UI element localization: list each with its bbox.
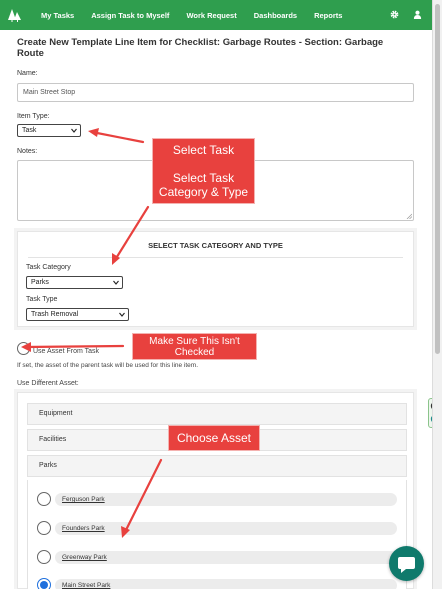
name-input[interactable]: Main Street Stop [17, 83, 414, 102]
use-asset-label: Use Asset From Task [33, 348, 100, 355]
park-link-founders[interactable]: Founders Park [62, 522, 105, 535]
task-type-select[interactable]: Trash Removal [26, 308, 129, 321]
page-title: Create New Template Line Item for Checkl… [17, 37, 384, 59]
item-type-select[interactable]: Task [17, 124, 81, 137]
nav-reports[interactable]: Reports [314, 11, 342, 20]
asset-selector: Equipment Facilities Parks Ferguson Park… [17, 392, 414, 589]
app-window: My Tasks Assign Task to Myself Work Requ… [0, 0, 442, 589]
nav-my-tasks[interactable]: My Tasks [41, 11, 74, 20]
item-type-value: Task [22, 127, 37, 134]
parks-list: Ferguson Park Founders Park Greenway Par… [27, 480, 407, 589]
nav-dashboards[interactable]: Dashboards [254, 11, 297, 20]
park-radio-founders[interactable] [37, 521, 51, 535]
park-radio-ferguson[interactable] [37, 492, 51, 506]
task-type-value: Trash Removal [31, 311, 79, 318]
chevron-down-icon [71, 128, 77, 133]
park-row [55, 522, 397, 535]
task-type-label: Task Type [26, 296, 58, 303]
nav-assign-task[interactable]: Assign Task to Myself [91, 11, 169, 20]
user-icon[interactable] [413, 6, 422, 24]
park-link-main-street[interactable]: Main Street Park [62, 579, 110, 589]
park-radio-greenway[interactable] [37, 550, 51, 564]
accordion-parks[interactable]: Parks [27, 455, 407, 477]
use-asset-from-task-checkbox[interactable] [17, 342, 30, 355]
trees-logo-icon[interactable] [0, 0, 30, 30]
scrollbar-thumb[interactable] [435, 4, 440, 354]
park-link-greenway[interactable]: Greenway Park [62, 551, 107, 564]
park-radio-main-street[interactable] [37, 578, 51, 589]
panel-title: SELECT TASK CATEGORY AND TYPE [148, 241, 283, 250]
callout-make-sure-unchecked: Make Sure This Isn't Checked [132, 333, 257, 360]
chat-icon [398, 557, 415, 573]
park-row [55, 493, 397, 506]
chevron-down-icon [119, 312, 125, 317]
accordion-equipment[interactable]: Equipment [27, 403, 407, 425]
gear-icon[interactable] [390, 6, 399, 24]
chat-button[interactable] [389, 546, 424, 581]
callout-select-task-text: Select Task [172, 143, 235, 157]
park-link-ferguson[interactable]: Ferguson Park [62, 493, 105, 506]
task-category-label: Task Category [26, 264, 71, 271]
vertical-scrollbar[interactable] [432, 0, 442, 589]
panel-divider [28, 257, 403, 258]
notes-label: Notes: [17, 148, 38, 155]
callout-select-category-text: Select Task Category & Type [158, 171, 249, 199]
task-category-select[interactable]: Parks [26, 276, 123, 289]
task-category-panel: SELECT TASK CATEGORY AND TYPE Task Categ… [17, 231, 414, 327]
main-content: Create New Template Line Item for Checkl… [0, 30, 432, 589]
item-type-label: Item Type: [17, 113, 50, 120]
resize-grip-icon[interactable] [406, 213, 412, 219]
nav-work-request[interactable]: Work Request [186, 11, 236, 20]
use-asset-help-text: If set, the asset of the parent task wil… [17, 362, 199, 369]
callout-choose-asset: Choose Asset [168, 425, 260, 451]
chevron-down-icon [113, 280, 119, 285]
callout-select-task: Select Task Select Task Category & Type [152, 138, 255, 204]
different-asset-label: Use Different Asset: [17, 380, 79, 387]
name-label: Name: [17, 70, 38, 77]
top-nav-bar: My Tasks Assign Task to Myself Work Requ… [0, 0, 432, 30]
task-category-value: Parks [31, 279, 49, 286]
